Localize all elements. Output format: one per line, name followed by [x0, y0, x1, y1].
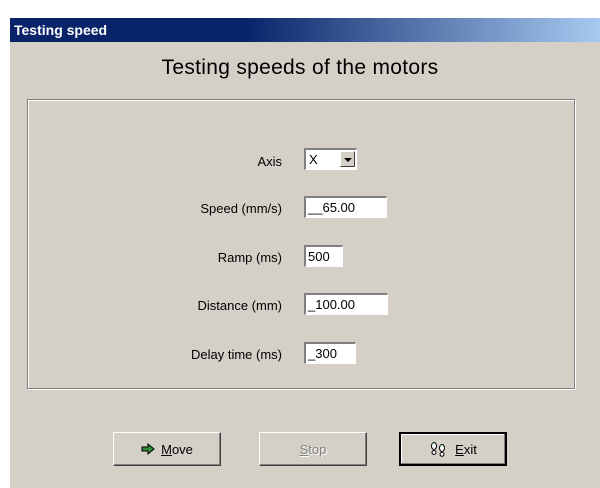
- window-title: Testing speed: [14, 22, 108, 38]
- delay-input[interactable]: _300: [304, 342, 356, 364]
- page-title: Testing speeds of the motors: [161, 56, 439, 79]
- title-bar[interactable]: Testing speed: [10, 18, 600, 42]
- speed-label: Speed (mm/s): [200, 201, 282, 216]
- ramp-label: Ramp (ms): [217, 250, 282, 265]
- delay-label: Delay time (ms): [190, 347, 282, 362]
- distance-input[interactable]: _100.00: [304, 293, 388, 315]
- axis-combobox[interactable]: X: [304, 148, 357, 170]
- ramp-input[interactable]: 500: [304, 245, 343, 267]
- distance-label: Distance (mm): [197, 298, 282, 313]
- stop-button-label: Stop: [299, 441, 327, 457]
- axis-label: Axis: [257, 154, 282, 169]
- arrow-right-icon: [141, 443, 155, 455]
- exit-button[interactable]: Exit: [399, 432, 507, 466]
- parameters-groupbox: [27, 99, 575, 389]
- axis-value: X: [309, 152, 318, 167]
- exit-button-label: Exit: [455, 441, 477, 457]
- stop-button[interactable]: Stop: [259, 432, 367, 466]
- speed-input[interactable]: __65.00: [304, 196, 387, 218]
- move-button-label: Move: [161, 441, 193, 457]
- move-button[interactable]: Move: [113, 432, 221, 466]
- footprints-icon: [429, 441, 449, 457]
- chevron-down-icon[interactable]: [340, 151, 355, 167]
